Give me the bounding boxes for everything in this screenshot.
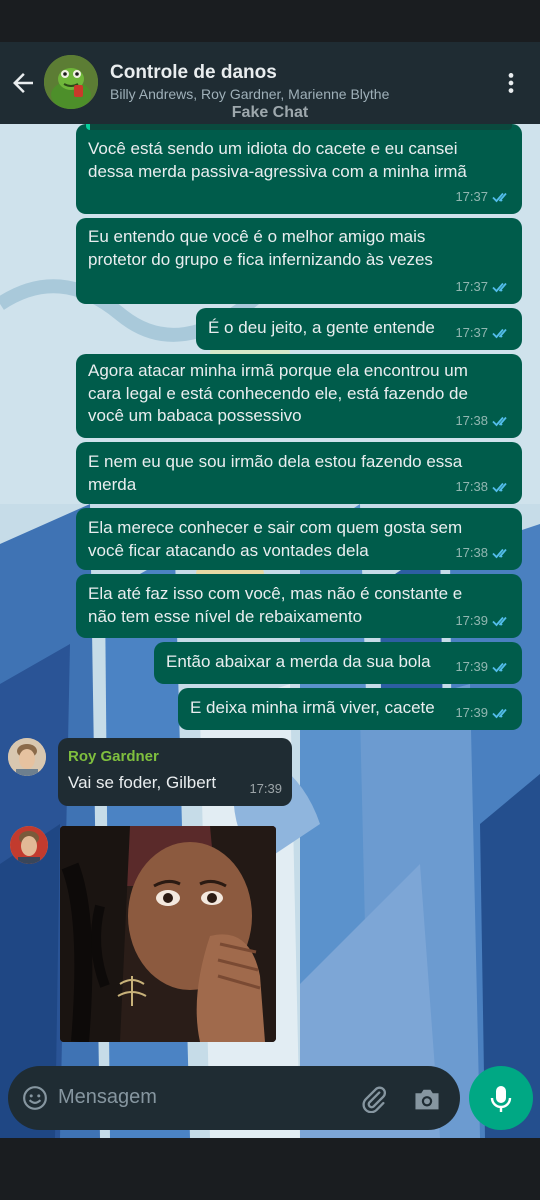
message-time: 17:39 <box>455 658 488 674</box>
message-text: Vai se foder, Gilbert <box>68 773 217 792</box>
read-ticks-icon <box>492 328 507 339</box>
message-bubble-outgoing[interactable]: E deixa minha irmã viver, cacete 17:39 <box>178 688 522 730</box>
image-message[interactable] <box>60 826 276 1042</box>
message-meta: 17:39 <box>249 778 282 801</box>
status-bar <box>0 0 540 42</box>
message-time: 17:38 <box>455 412 488 428</box>
watermark-label: Fake Chat <box>231 104 309 121</box>
emoji-icon[interactable] <box>22 1085 48 1111</box>
read-ticks-icon <box>492 708 507 719</box>
chat-title[interactable]: Controle de danos <box>110 62 277 84</box>
message-text: Você está sendo um idiota do cacete e eu… <box>88 139 467 181</box>
read-ticks-icon <box>492 616 507 627</box>
read-ticks-icon <box>492 662 507 673</box>
message-meta: 17:39 <box>455 610 512 633</box>
quoted-reply-strip[interactable] <box>86 124 512 130</box>
message-meta: 17:38 <box>455 410 512 433</box>
back-arrow-icon[interactable] <box>8 68 38 98</box>
voice-message-button[interactable] <box>469 1066 533 1130</box>
chat-header: Controle de danos Billy Andrews, Roy Gar… <box>0 42 540 124</box>
read-ticks-icon <box>492 282 507 293</box>
message-meta: 17:38 <box>455 476 512 499</box>
system-navigation-bar <box>0 1138 540 1200</box>
message-bubble-outgoing[interactable]: Eu entendo que você é o melhor amigo mai… <box>76 218 522 304</box>
message-time: 17:39 <box>455 612 488 628</box>
message-bubble-incoming[interactable]: Roy Gardner Vai se foder, Gilbert 17:39 <box>58 738 292 806</box>
message-bubble-outgoing[interactable]: É o deu jeito, a gente entende 17:37 <box>196 308 522 350</box>
message-bubble-outgoing[interactable]: Então abaixar a merda da sua bola 17:39 <box>154 642 522 684</box>
sender-name[interactable]: Roy Gardner <box>68 746 159 769</box>
message-meta: 17:37 <box>455 322 512 345</box>
sender-avatar[interactable] <box>10 826 48 864</box>
message-time: 17:38 <box>455 478 488 494</box>
message-meta: 17:39 <box>455 656 512 679</box>
message-input-bar[interactable]: Mensagem <box>8 1066 460 1130</box>
message-meta: 17:37 <box>455 186 512 209</box>
more-options-icon[interactable] <box>498 68 524 98</box>
message-time: 17:37 <box>455 278 488 294</box>
message-meta: 17:39 <box>455 702 512 725</box>
read-ticks-icon <box>492 482 507 493</box>
message-text: Eu entendo que você é o melhor amigo mai… <box>88 227 433 269</box>
message-meta: 17:38 <box>455 542 512 565</box>
message-bubble-outgoing[interactable]: Ela merece conhecer e sair com quem gost… <box>76 508 522 570</box>
attach-icon[interactable] <box>360 1085 388 1113</box>
message-bubble-outgoing[interactable]: Ela até faz isso com você, mas não é con… <box>76 574 522 638</box>
message-time: 17:37 <box>455 188 488 204</box>
read-ticks-icon <box>492 548 507 559</box>
sender-avatar[interactable] <box>8 738 46 776</box>
read-ticks-icon <box>492 192 507 203</box>
microphone-icon <box>490 1086 512 1112</box>
message-bubble-outgoing[interactable]: E nem eu que sou irmão dela estou fazend… <box>76 442 522 504</box>
message-meta: 17:37 <box>455 276 512 299</box>
chat-area: Você está sendo um idiota do cacete e eu… <box>0 124 540 1138</box>
message-time: 17:38 <box>455 544 488 560</box>
message-bubble-outgoing[interactable]: Agora atacar minha irmã porque ela encon… <box>76 354 522 438</box>
read-ticks-icon <box>492 416 507 427</box>
message-time: 17:37 <box>455 324 488 340</box>
message-time: 17:39 <box>249 780 282 796</box>
group-avatar[interactable] <box>44 55 98 109</box>
message-bubble-outgoing[interactable]: Você está sendo um idiota do cacete e eu… <box>76 124 522 214</box>
chat-members[interactable]: Billy Andrews, Roy Gardner, Marienne Bly… <box>110 86 389 102</box>
message-input[interactable]: Mensagem <box>58 1086 157 1109</box>
camera-icon[interactable] <box>412 1085 442 1113</box>
message-time: 17:39 <box>455 704 488 720</box>
